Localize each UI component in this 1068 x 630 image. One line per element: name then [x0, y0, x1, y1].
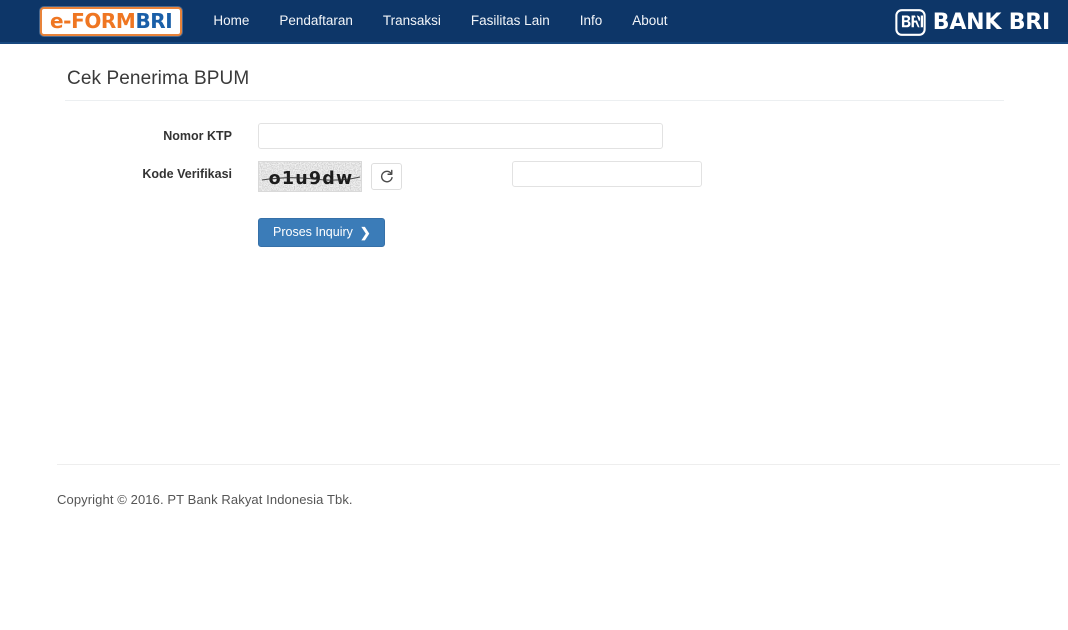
top-navigation-bar: e-FORMBRI Home Pendaftaran Transaksi Fas… [0, 0, 1068, 44]
main-menu: Home Pendaftaran Transaksi Fasilitas Lai… [198, 0, 682, 43]
logo-text-eform: e-FORM [50, 8, 136, 33]
field-kode-verifikasi: o1u9dw [258, 161, 702, 192]
bank-bri-logo: BANK BRI [895, 0, 1050, 44]
refresh-captcha-button[interactable] [371, 163, 402, 190]
proses-inquiry-button[interactable]: Proses Inquiry ❯ [258, 218, 385, 247]
bank-brand-text: BANK BRI [932, 9, 1050, 35]
nav-item-about[interactable]: About [617, 0, 682, 43]
kode-verifikasi-input[interactable] [512, 161, 702, 187]
nav-item-fasilitas-lain[interactable]: Fasilitas Lain [456, 0, 565, 43]
copyright-text: Copyright © 2016. PT Bank Rakyat Indones… [57, 492, 353, 507]
chevron-right-icon: ❯ [359, 225, 371, 240]
page-content: Cek Penerima BPUM Nomor KTP Kode Verifik… [64, 44, 1004, 247]
bri-logo-mark [895, 8, 926, 36]
label-nomor-ktp: Nomor KTP [163, 129, 232, 143]
eform-bri-logo[interactable]: e-FORMBRI [40, 6, 183, 36]
field-nomor-ktp [258, 123, 663, 149]
nav-item-home[interactable]: Home [198, 0, 264, 43]
page-footer: Copyright © 2016. PT Bank Rakyat Indones… [0, 464, 1068, 507]
title-divider [65, 100, 1004, 101]
proses-inquiry-label: Proses Inquiry [273, 225, 353, 240]
label-kode-verifikasi: Kode Verifikasi [142, 167, 232, 181]
nav-item-info[interactable]: Info [565, 0, 618, 43]
nav-item-pendaftaran[interactable]: Pendaftaran [264, 0, 368, 43]
captcha-image: o1u9dw [258, 161, 362, 192]
refresh-icon [381, 169, 393, 183]
form-row-submit: Proses Inquiry ❯ [65, 204, 1004, 247]
form-row-captcha: Kode Verifikasi o1u9dw [65, 161, 1004, 192]
submit-spacer [65, 204, 258, 247]
nomor-ktp-input[interactable] [258, 123, 663, 149]
form-row-ktp: Nomor KTP [65, 123, 1004, 149]
logo-text-bri: BRI [135, 8, 173, 33]
nav-item-transaksi[interactable]: Transaksi [368, 0, 456, 43]
page-title: Cek Penerima BPUM [67, 68, 250, 89]
